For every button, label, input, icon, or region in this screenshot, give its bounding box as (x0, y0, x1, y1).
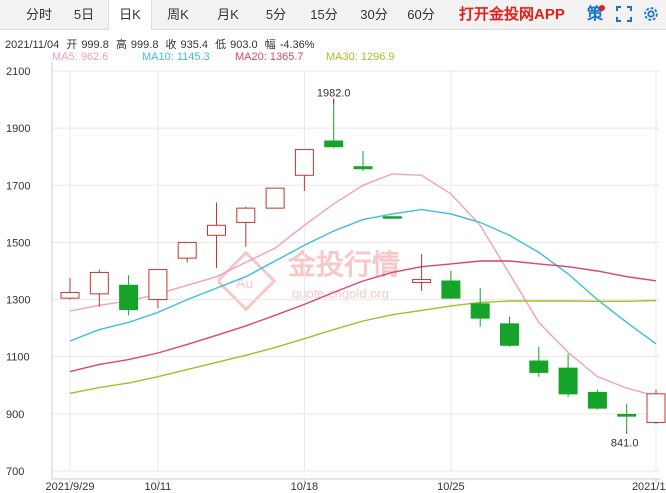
candle-body[interactable] (617, 413, 637, 417)
candle-body[interactable] (265, 187, 285, 209)
candle-body[interactable] (587, 391, 607, 409)
candle-body[interactable] (89, 271, 109, 295)
candle-body[interactable] (207, 224, 226, 236)
candle-body[interactable] (324, 140, 344, 148)
candle-body[interactable] (353, 166, 373, 170)
candle-body[interactable] (470, 303, 490, 319)
candle-body[interactable] (500, 323, 519, 346)
candle-body[interactable] (294, 149, 314, 176)
candle-body[interactable] (412, 279, 432, 283)
y-tick-label: 1700 (6, 180, 30, 192)
y-tick-label: 900 (6, 409, 24, 421)
y-tick-label: 1500 (6, 237, 30, 249)
x-tick-label: 10/18 (291, 481, 319, 493)
candle-body[interactable] (646, 393, 666, 423)
x-tick-label: 2021/9/29 (46, 481, 95, 493)
candle-body[interactable] (119, 284, 139, 311)
high-annotation: 1982.0 (317, 88, 351, 100)
candle-body[interactable] (177, 241, 197, 259)
y-tick-label: 1100 (6, 352, 30, 364)
y-tick-label: 1900 (6, 123, 30, 135)
candle-body[interactable] (529, 360, 549, 373)
candle-body[interactable] (148, 269, 168, 301)
candle-body[interactable] (382, 216, 402, 219)
y-tick-label: 700 (6, 466, 24, 478)
x-tick-label: 10/11 (145, 481, 172, 493)
y-tick-label: 1300 (6, 295, 30, 307)
candlestick-chart[interactable]: 2100 1900 1700 1500 1300 1100 900 700 2021/9/29 1… (0, 0, 666, 493)
x-tick-label: 2021/11/3 (632, 481, 666, 493)
candle-body[interactable] (441, 280, 461, 299)
x-tick-label: 10/25 (437, 481, 465, 493)
candle-body[interactable] (558, 367, 578, 395)
y-tick-label: 2100 (6, 66, 30, 78)
candle-body[interactable] (60, 291, 80, 299)
low-annotation: 841.0 (611, 438, 639, 450)
candle-body[interactable] (236, 207, 256, 223)
